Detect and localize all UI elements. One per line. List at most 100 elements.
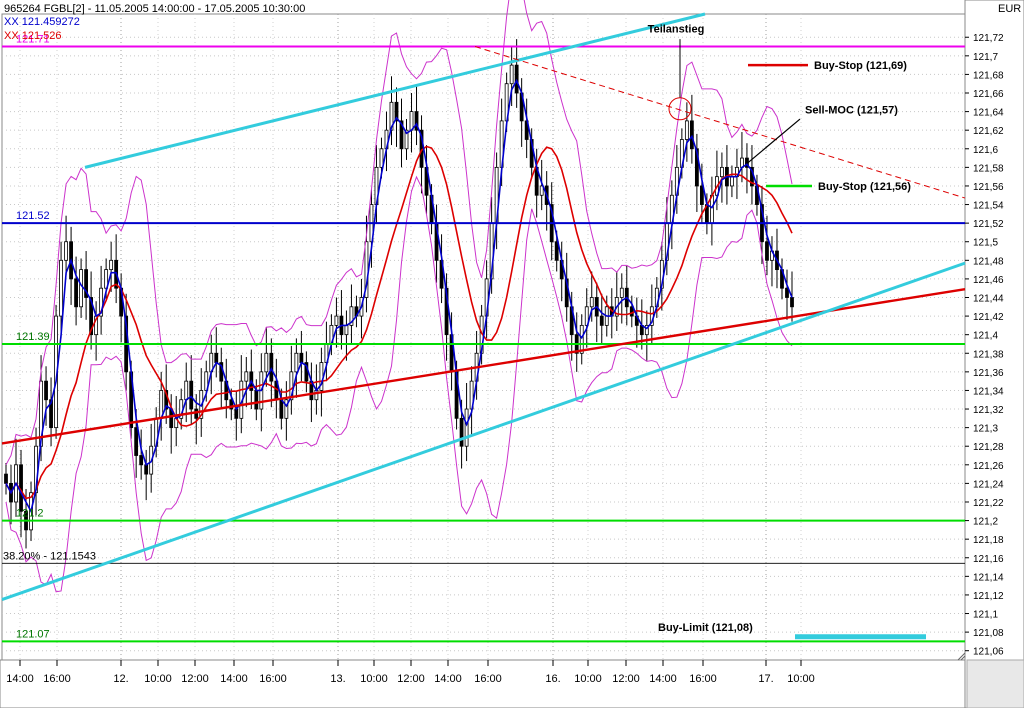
y-tick-label: 121,6 [973,145,998,156]
currency-label: EUR [998,3,1022,15]
candle-body [684,120,689,140]
y-tick-label: 121,2 [973,517,998,528]
x-tick-label: 10:00 [144,673,172,685]
y-tick-label: 121,48 [973,256,1004,267]
y-tick-label: 121,16 [973,554,1004,565]
symbol-line: 965264 FGBL[2] - 11.05.2005 14:00:00 - 1… [4,3,306,15]
y-tick-label: 121,22 [973,498,1004,509]
y-tick-label: 121,7 [973,52,998,63]
y-tick-label: 121,54 [973,201,1004,212]
y-tick-label: 121,4 [973,331,998,342]
candle-body [344,324,349,336]
y-tick-label: 121,56 [973,182,1004,193]
candle-body [464,408,469,447]
x-tick-label: 10:00 [574,673,602,685]
y-tick-label: 121,44 [973,293,1004,304]
y-tick-label: 121,52 [973,219,1004,230]
annotation-buy-limit: Buy-Limit (121,08) [658,622,753,634]
candle-body [619,287,624,298]
x-tick-label: 10:00 [360,673,388,685]
y-tick-label: 121,36 [973,368,1004,379]
y-tick-label: 121,72 [973,33,1004,44]
y-tick-label: 121,5 [973,238,998,249]
candle-body [214,352,219,363]
candle-body [509,64,514,85]
x-tick-label: 12:00 [612,673,640,685]
y-tick-label: 121,62 [973,126,1004,137]
candle-body [74,278,78,308]
x-tick-label: 12. [113,673,128,685]
y-tick-label: 121,12 [973,591,1004,602]
y-tick-label: 121,08 [973,628,1004,639]
x-tick-label: 17. [758,673,773,685]
candle-body [144,464,149,475]
level-label: 121.39 [16,331,50,343]
candle-body [589,297,594,308]
x-tick-label: 10:00 [787,673,815,685]
candle-body [244,371,249,382]
y-tick-label: 121,46 [973,275,1004,286]
indicator-1: XX 121.459272 [4,16,80,28]
candle-body [44,380,48,401]
x-tick-label: 16:00 [259,673,287,685]
annotation-teilanstieg: Teilanstieg [648,24,705,36]
candle-body [64,241,68,261]
y-tick-label: 121,06 [973,647,1004,658]
x-tick-label: 12:00 [397,673,425,685]
candle-body [334,315,339,326]
indicator-2: XX 121.526 [4,30,62,42]
candle-body [109,259,114,271]
annotation-buy-stop-1: Buy-Stop (121,69) [814,60,907,72]
y-tick-label: 121,58 [973,163,1004,174]
x-tick-label: 16. [545,673,560,685]
x-tick-label: 12:00 [181,673,209,685]
candle-body [294,352,299,373]
level-label: 121.07 [16,628,50,640]
x-tick-label: 16:00 [689,673,717,685]
candle-body [134,427,139,456]
candle-body [139,455,144,466]
annotation-sell-moc: Sell-MOC (121,57) [805,104,898,116]
y-tick-label: 121,42 [973,312,1004,323]
candle-body [409,111,414,131]
candle-body [599,315,604,326]
y-tick-label: 121,38 [973,349,1004,360]
annotation-buy-stop-2: Buy-Stop (121,56) [818,181,911,193]
level-label: 38.20% - 121.1543 [3,550,96,562]
candle-body [264,352,269,373]
y-tick-label: 121,24 [973,479,1004,490]
candle-body [234,408,239,419]
corner-box [966,659,1024,708]
level-label: 121.2 [16,508,44,520]
y-tick-label: 121,64 [973,108,1004,119]
candle-body [730,176,734,187]
x-tick-label: 16:00 [43,673,71,685]
y-tick-label: 121,26 [973,461,1004,472]
candle-body [689,120,694,150]
candle-body [79,269,83,308]
y-tick-label: 121,3 [973,424,998,435]
y-tick-label: 121,14 [973,572,1004,583]
y-tick-label: 121,66 [973,89,1004,100]
candle-body [299,352,304,363]
candle-body [720,166,724,178]
candle-body [459,417,464,447]
x-tick-label: 14:00 [220,673,248,685]
x-tick-label: 14:00 [649,673,677,685]
level-label: 121.52 [16,210,50,222]
candle-body [790,297,794,308]
price-chart[interactable]: 121,06 121,08 121,1 121,12 121,14 121,16 121,1… [0,0,1024,708]
y-tick-label: 121,1 [973,610,998,621]
y-tick-label: 121,28 [973,442,1004,453]
candle-body [579,324,584,354]
y-tick-label: 121,68 [973,70,1004,81]
candle-body [184,380,189,401]
y-tick-label: 121,32 [973,405,1004,416]
candle-body [189,380,194,410]
x-tick-label: 13. [330,673,345,685]
x-tick-label: 14:00 [434,673,462,685]
candle-body [4,473,8,484]
candle-body [254,390,259,410]
candle-body [279,399,284,419]
candle-body [765,241,769,261]
